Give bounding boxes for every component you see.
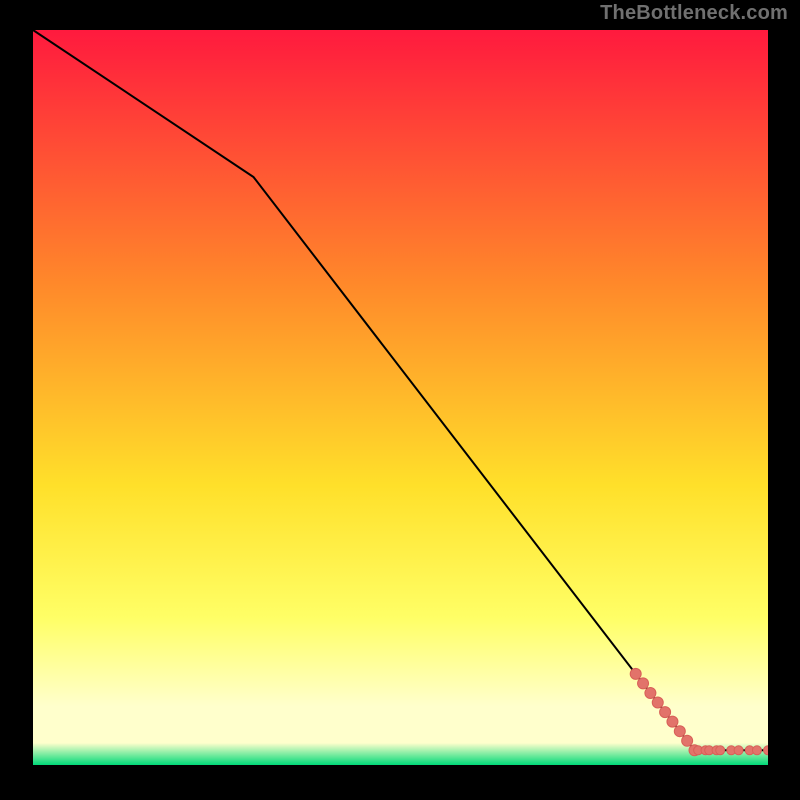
curve-marker: [638, 678, 649, 689]
curve-marker: [630, 668, 641, 679]
chart-stage: TheBottleneck.com: [0, 0, 800, 800]
curve-marker: [716, 746, 725, 755]
curve-marker: [645, 687, 656, 698]
curve-marker: [682, 735, 693, 746]
gradient-background: [33, 30, 768, 765]
curve-marker: [674, 726, 685, 737]
watermark-text: TheBottleneck.com: [600, 2, 788, 25]
curve-marker: [660, 707, 671, 718]
curve-marker: [667, 716, 678, 727]
curve-marker: [764, 746, 769, 755]
curve-marker: [752, 746, 761, 755]
curve-marker: [652, 697, 663, 708]
plot-area: [33, 30, 768, 765]
curve-marker: [734, 746, 743, 755]
chart-svg: [33, 30, 768, 765]
